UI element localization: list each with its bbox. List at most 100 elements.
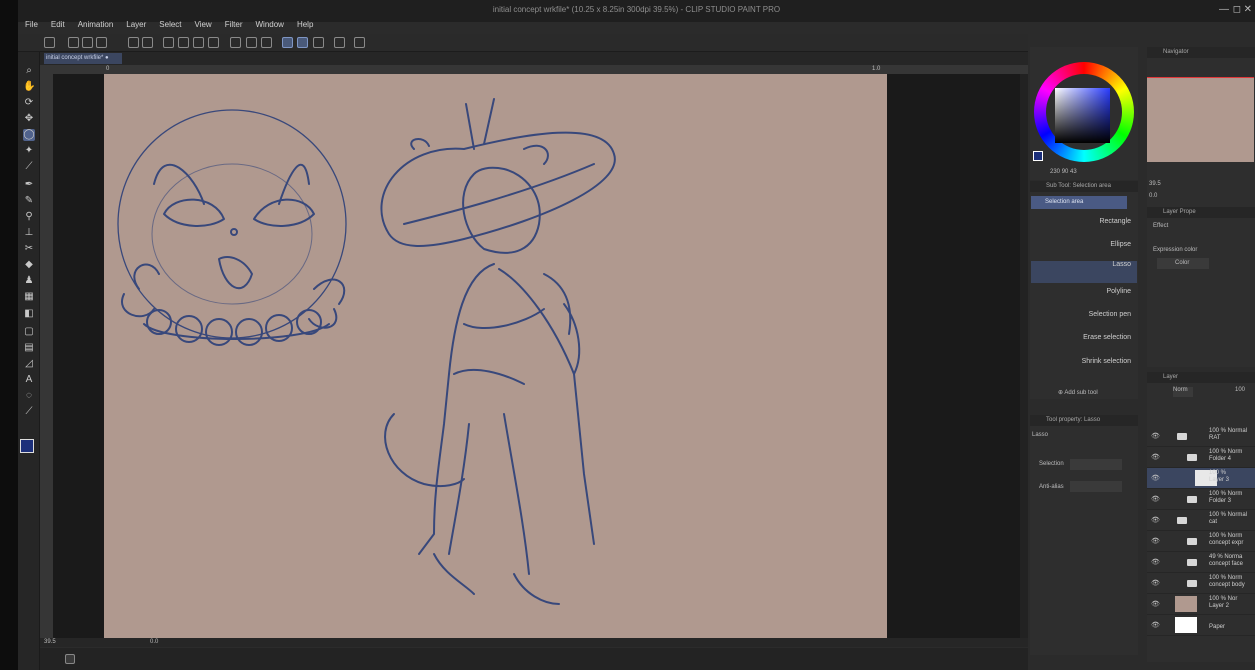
sub-tool-label: Selection pen [1088,311,1131,318]
navigator-zoom[interactable]: 39.5 [1149,181,1161,187]
balloon-icon[interactable]: ◌ [23,390,35,402]
sub-tool-ellipse[interactable]: Ellipse [1031,241,1137,263]
correct-line-icon[interactable]: ⟋ [23,406,35,418]
open-icon[interactable] [82,37,93,48]
transform-icon[interactable] [208,37,219,48]
sub-tool-rectangle[interactable]: Rectangle [1031,218,1137,240]
search-icon[interactable]: ⌕ [23,65,35,77]
ruler-icon[interactable]: ◿ [23,358,35,370]
layer-row[interactable]: 👁 100 % Norm concept body [1147,573,1255,594]
layer-row[interactable]: 👁 100 % Norm Folder 4 [1147,447,1255,468]
airbrush-icon[interactable]: ⊥ [23,227,35,239]
blend-mode-select[interactable]: Norm [1173,387,1193,397]
layer-row[interactable]: 👁 49 % Norma concept face [1147,552,1255,573]
blend-icon[interactable]: ♟ [23,275,35,287]
studio-icon[interactable] [44,37,55,48]
maximize-button[interactable]: ◻ [1233,4,1241,15]
main-color-swatch[interactable] [20,439,34,453]
invert-selection-icon[interactable] [246,37,257,48]
layer-row[interactable]: 👁 100 % Normal cat [1147,510,1255,531]
eye-icon[interactable]: 👁 [1151,432,1160,440]
redo-icon[interactable] [142,37,153,48]
anti-alias-buttons[interactable] [1070,481,1122,492]
snap-special-ruler-icon[interactable] [297,37,308,48]
deselect-icon[interactable] [230,37,241,48]
snap-ruler-icon[interactable] [282,37,293,48]
layer-row[interactable]: 👁 100 % Norm Folder 3 [1147,489,1255,510]
add-sub-tool-button[interactable]: ⊕ Add sub tool [1058,389,1098,396]
pen-icon[interactable]: ✒ [23,179,35,191]
figure-icon[interactable]: ▢ [23,326,35,338]
layer-row[interactable]: 👁 100 % Norm concept expr [1147,531,1255,552]
fill-icon[interactable] [193,37,204,48]
magic-wand-icon[interactable]: ✦ [23,145,35,157]
menu-file[interactable]: File [18,19,44,34]
pencil-icon[interactable]: ✎ [23,195,35,207]
canvas-vertical-scrollbar[interactable] [1020,74,1028,638]
fill-icon[interactable]: ▦ [23,291,35,303]
menu-select[interactable]: Select [152,19,187,34]
minimize-button[interactable]: — [1219,4,1229,15]
layer-row[interactable]: 👁 100 % Nor Layer 2 [1147,594,1255,615]
sub-tool-lasso[interactable]: Lasso [1031,261,1137,283]
menu-layer[interactable]: Layer [119,19,152,34]
text-icon[interactable]: A [23,374,35,386]
rotate-icon[interactable]: ⟳ [23,97,35,109]
eye-icon[interactable]: 👁 [1151,600,1160,608]
status-angle[interactable]: 0.0 [150,639,158,645]
clear-outside-icon[interactable] [178,37,189,48]
main-color-chip[interactable] [1033,151,1043,161]
selection-mode-buttons[interactable] [1070,459,1122,470]
opacity-value[interactable]: 100 [1235,387,1245,393]
eye-icon[interactable]: 👁 [1151,516,1160,524]
close-button[interactable]: ✕ [1244,4,1252,15]
settings-icon[interactable] [354,37,365,48]
eye-icon[interactable]: 👁 [1151,579,1160,587]
layer-row[interactable]: 👁 100 % Layer 3 [1147,468,1255,489]
sub-tool-group-tab[interactable]: Selection area [1031,196,1127,209]
eye-icon[interactable]: 👁 [1151,537,1160,545]
sub-tool-shrink-selection[interactable]: Shrink selection [1031,358,1137,380]
brush-icon[interactable]: ⚲ [23,211,35,223]
menu-help[interactable]: Help [290,19,319,34]
undo-icon[interactable] [128,37,139,48]
menu-filter[interactable]: Filter [218,19,249,34]
eye-icon[interactable]: 👁 [1151,621,1160,629]
menu-animation[interactable]: Animation [71,19,120,34]
sub-tool-selection-pen[interactable]: Selection pen [1031,311,1137,333]
decoration-icon[interactable]: ✂ [23,243,35,255]
navigator-preview[interactable] [1147,77,1254,162]
show-selection-icon[interactable] [261,37,272,48]
layer-row[interactable]: 👁 100 % Normal RAT [1147,426,1255,447]
sub-tool-polyline[interactable]: Polyline [1031,288,1137,310]
new-file-icon[interactable] [68,37,79,48]
eyedropper-icon[interactable]: ⟋ [23,161,35,173]
page-icon[interactable] [334,37,345,48]
status-zoom[interactable]: 39.5 [44,639,56,645]
color-square[interactable] [1055,88,1110,143]
clear-icon[interactable] [163,37,174,48]
expression-color-select[interactable]: Color [1157,258,1209,269]
save-icon[interactable] [96,37,107,48]
menu-window[interactable]: Window [249,19,290,34]
canvas-paper[interactable] [104,74,887,638]
hand-icon[interactable]: ✋ [23,81,35,93]
menu-view[interactable]: View [188,19,218,34]
eraser-icon[interactable]: ◆ [23,259,35,271]
list-icon[interactable] [65,654,75,664]
document-tab[interactable]: initial concept wrkfile* ● [44,53,122,64]
navigator-angle[interactable]: 0.0 [1149,193,1157,199]
eye-icon[interactable]: 👁 [1151,453,1160,461]
frame-icon[interactable]: ▤ [23,342,35,354]
eye-icon[interactable]: 👁 [1151,495,1160,503]
menu-edit[interactable]: Edit [44,19,71,34]
hsv-readout[interactable]: 230 90 43 [1050,169,1077,175]
gradient-icon[interactable]: ◧ [23,308,35,320]
move-icon[interactable]: ✥ [23,113,35,125]
eye-icon[interactable]: 👁 [1151,558,1160,566]
layer-row[interactable]: 👁 Paper [1147,615,1255,636]
snap-grid-icon[interactable] [313,37,324,48]
lasso-icon[interactable]: ◯ [23,129,35,141]
sub-tool-erase-selection[interactable]: Erase selection [1031,334,1137,356]
eye-icon[interactable]: 👁 [1151,474,1160,482]
